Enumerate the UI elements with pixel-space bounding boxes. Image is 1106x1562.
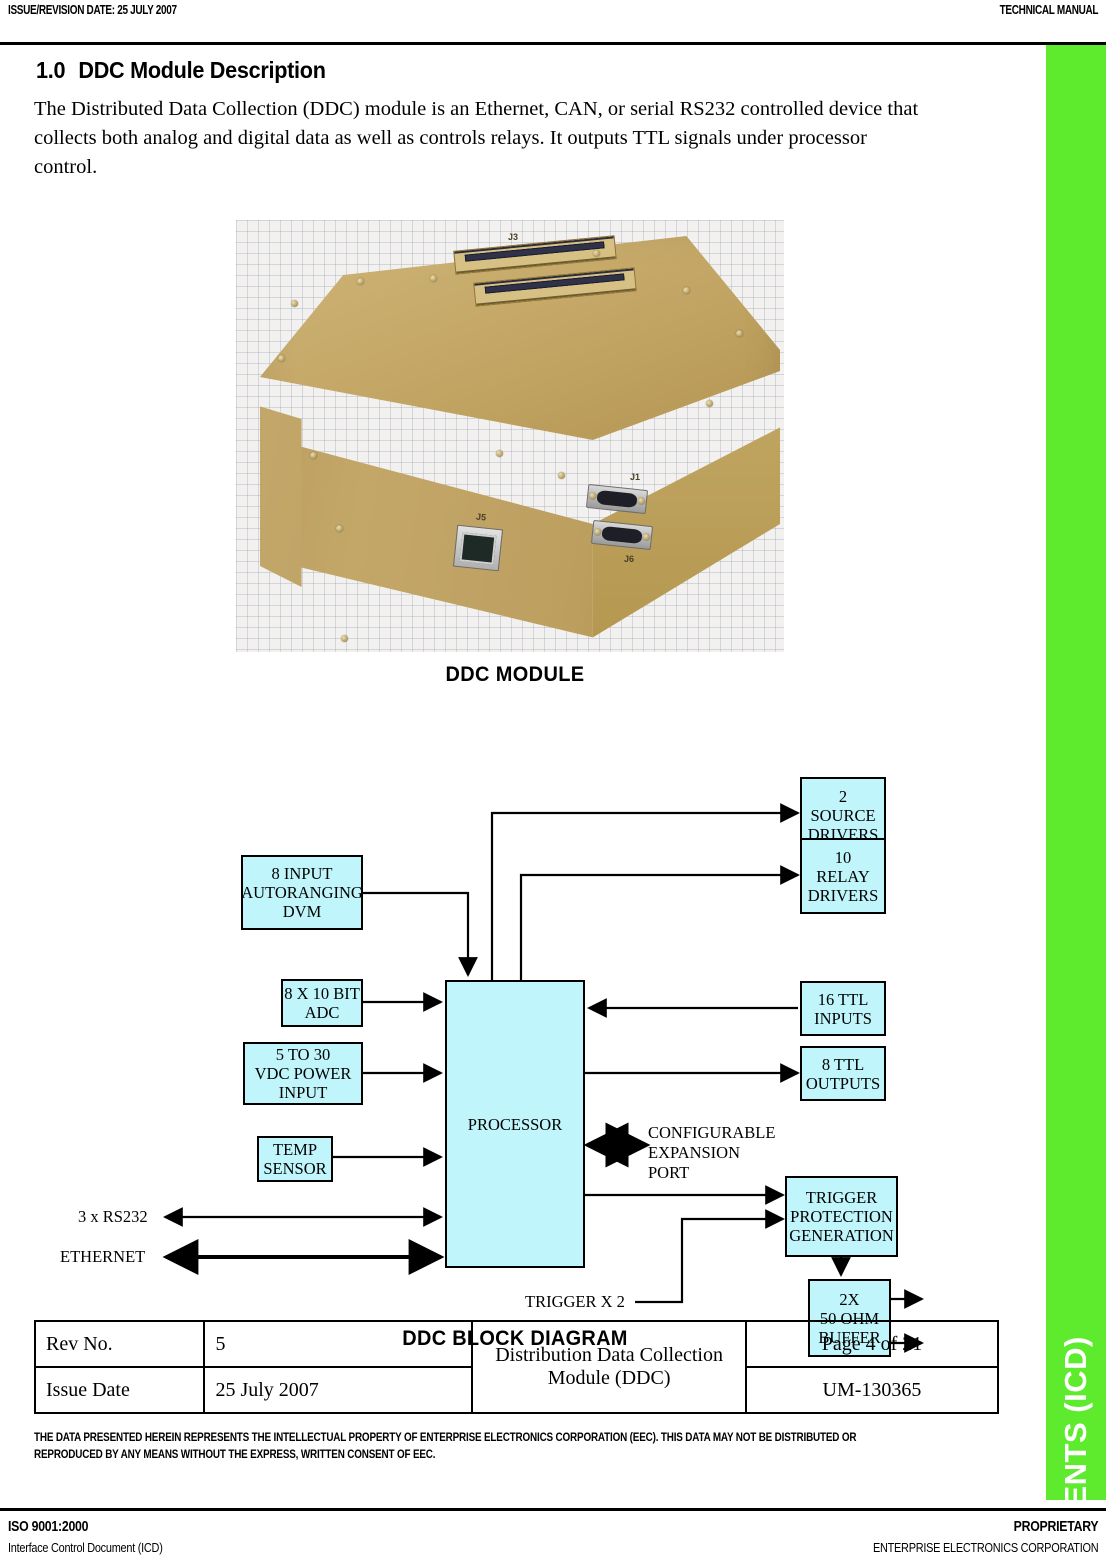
block-line: ADC <box>304 1003 340 1022</box>
block-line: 10 <box>834 847 852 867</box>
footer-company-name: ENTERPRISE ELECTRONICS CORPORATION <box>872 1540 1099 1555</box>
block-line: DRIVERS <box>807 885 879 905</box>
connector-label-j1: J1 <box>630 472 641 482</box>
db9-shell <box>601 525 643 545</box>
block-line: 16 TTL <box>817 989 869 1009</box>
block-line: INPUT <box>278 1083 328 1102</box>
block-line: INPUTS <box>814 1008 872 1028</box>
cell-issue-date-label: Issue Date <box>33 1366 206 1414</box>
block-line: AUTORANGING <box>241 883 363 902</box>
appendix-tab-label: APPENDIX A INTERFACE CONTROL DOCUMENTS (… <box>1058 762 1094 1500</box>
block-line: TRIGGER <box>805 1188 878 1207</box>
footer-document-type: Interface Control Document (ICD) <box>8 1540 163 1555</box>
table-row: Rev No. 5 Distribution Data Collection M… <box>33 1320 1000 1414</box>
case-screw <box>341 635 348 642</box>
appendix-tab: APPENDIX A INTERFACE CONTROL DOCUMENTS (… <box>1046 45 1106 1500</box>
block-line: 8 TTL <box>821 1054 865 1074</box>
block-line: RELAY <box>816 866 870 886</box>
section-number: 1.0 <box>36 57 66 83</box>
block-adc: 8 X 10 BIT ADC <box>281 979 363 1027</box>
case-screw <box>496 450 503 457</box>
block-autoranging-dvm: 8 INPUT AUTORANGING DVM <box>241 855 363 930</box>
ddc-module-photo: J3 J5 J1 J6 <box>236 220 784 652</box>
page-title: 1.0 DDC Module Description <box>36 57 326 84</box>
ddc-block-diagram: 8 INPUT AUTORANGING DVM 8 X 10 BIT ADC 5… <box>0 705 1030 1357</box>
label-expansion-port-line1: CONFIGURABLE <box>648 1123 776 1142</box>
cell-rev-no-value: 5 <box>203 1320 474 1368</box>
block-line: 5 TO 30 <box>275 1045 331 1064</box>
case-screw <box>558 472 565 479</box>
section-title: DDC Module Description <box>78 57 326 83</box>
case-screw <box>593 250 600 257</box>
footer-rule <box>0 1508 1106 1511</box>
footer-iso-standard: ISO 9001:2000 <box>8 1518 89 1535</box>
cell-page-number: Page 4 of 21 <box>744 1320 1000 1368</box>
block-temp-sensor: TEMP SENSOR <box>257 1136 333 1182</box>
document-control-table: Rev No. 5 Distribution Data Collection M… <box>33 1320 1000 1414</box>
block-line: 2X <box>839 1289 860 1309</box>
block-line: SOURCE <box>810 805 876 825</box>
label-ethernet: ETHERNET <box>60 1247 146 1266</box>
case-screw <box>706 400 713 407</box>
page-header: ISSUE/REVISION DATE: 25 JULY 2007 TECHNI… <box>0 0 1106 30</box>
case-screw <box>291 300 298 307</box>
block-line: 8 INPUT <box>271 864 333 883</box>
label-expansion-port-line2: EXPANSION <box>648 1143 740 1162</box>
connector-screw <box>588 492 597 500</box>
block-line: PROTECTION <box>790 1207 893 1226</box>
block-line: GENERATION <box>789 1226 894 1245</box>
block-line: 8 X 10 BIT <box>284 984 360 1003</box>
cell-rev-no-label: Rev No. <box>33 1320 206 1368</box>
block-line: PROCESSOR <box>467 1114 563 1134</box>
photo-caption: DDC MODULE <box>445 663 585 686</box>
block-line: DVM <box>282 902 322 921</box>
connector-screw <box>642 533 651 541</box>
footer-proprietary-label: PROPRIETARY <box>1013 1518 1098 1535</box>
block-line: TEMP <box>272 1140 317 1159</box>
case-screw <box>336 525 343 532</box>
header-doc-type: TECHNICAL MANUAL <box>999 3 1098 17</box>
connector-screw <box>637 497 646 505</box>
case-screw <box>430 275 437 282</box>
block-ttl-outputs: 8 TTL OUTPUTS <box>800 1046 886 1101</box>
legal-notice: THE DATA PRESENTED HEREIN REPRESENTS THE… <box>34 1432 857 1461</box>
connector-screw <box>593 528 602 536</box>
connector-label-j6: J6 <box>624 554 635 564</box>
header-rule <box>0 42 1106 45</box>
label-expansion-port-line3: PORT <box>648 1163 690 1182</box>
case-screw <box>278 355 285 362</box>
block-processor: PROCESSOR <box>445 980 585 1268</box>
header-issue-date: ISSUE/REVISION DATE: 25 JULY 2007 <box>8 3 177 17</box>
case-screw <box>736 330 743 337</box>
case-screw <box>310 452 317 459</box>
ethernet-jack-j5 <box>452 524 504 572</box>
block-trigger-protection-generation: TRIGGER PROTECTION GENERATION <box>785 1176 898 1257</box>
rj45-jack-opening <box>459 532 497 565</box>
block-line: VDC POWER <box>254 1064 352 1083</box>
db9-shell <box>596 489 638 509</box>
block-relay-drivers: 10 RELAY DRIVERS <box>800 838 886 914</box>
block-line: OUTPUTS <box>805 1073 881 1093</box>
label-trigger-x2: TRIGGER X 2 <box>525 1292 625 1311</box>
connector-label-j3: J3 <box>508 232 519 242</box>
label-rs232: 3 x RS232 <box>78 1207 148 1226</box>
section-paragraph: The Distributed Data Collection (DDC) mo… <box>34 98 919 178</box>
block-ttl-inputs: 16 TTL INPUTS <box>800 981 886 1036</box>
cell-document-title: Distribution Data Collection Module (DDC… <box>471 1320 747 1414</box>
block-line: 2 <box>838 786 848 806</box>
block-power-input: 5 TO 30 VDC POWER INPUT <box>243 1042 363 1105</box>
connector-label-j5: J5 <box>475 511 487 523</box>
case-screw <box>683 287 690 294</box>
block-line: SENSOR <box>263 1159 327 1178</box>
cell-document-number: UM-130365 <box>744 1366 1000 1414</box>
case-screw <box>357 278 364 285</box>
cell-issue-date-value: 25 July 2007 <box>203 1366 474 1414</box>
